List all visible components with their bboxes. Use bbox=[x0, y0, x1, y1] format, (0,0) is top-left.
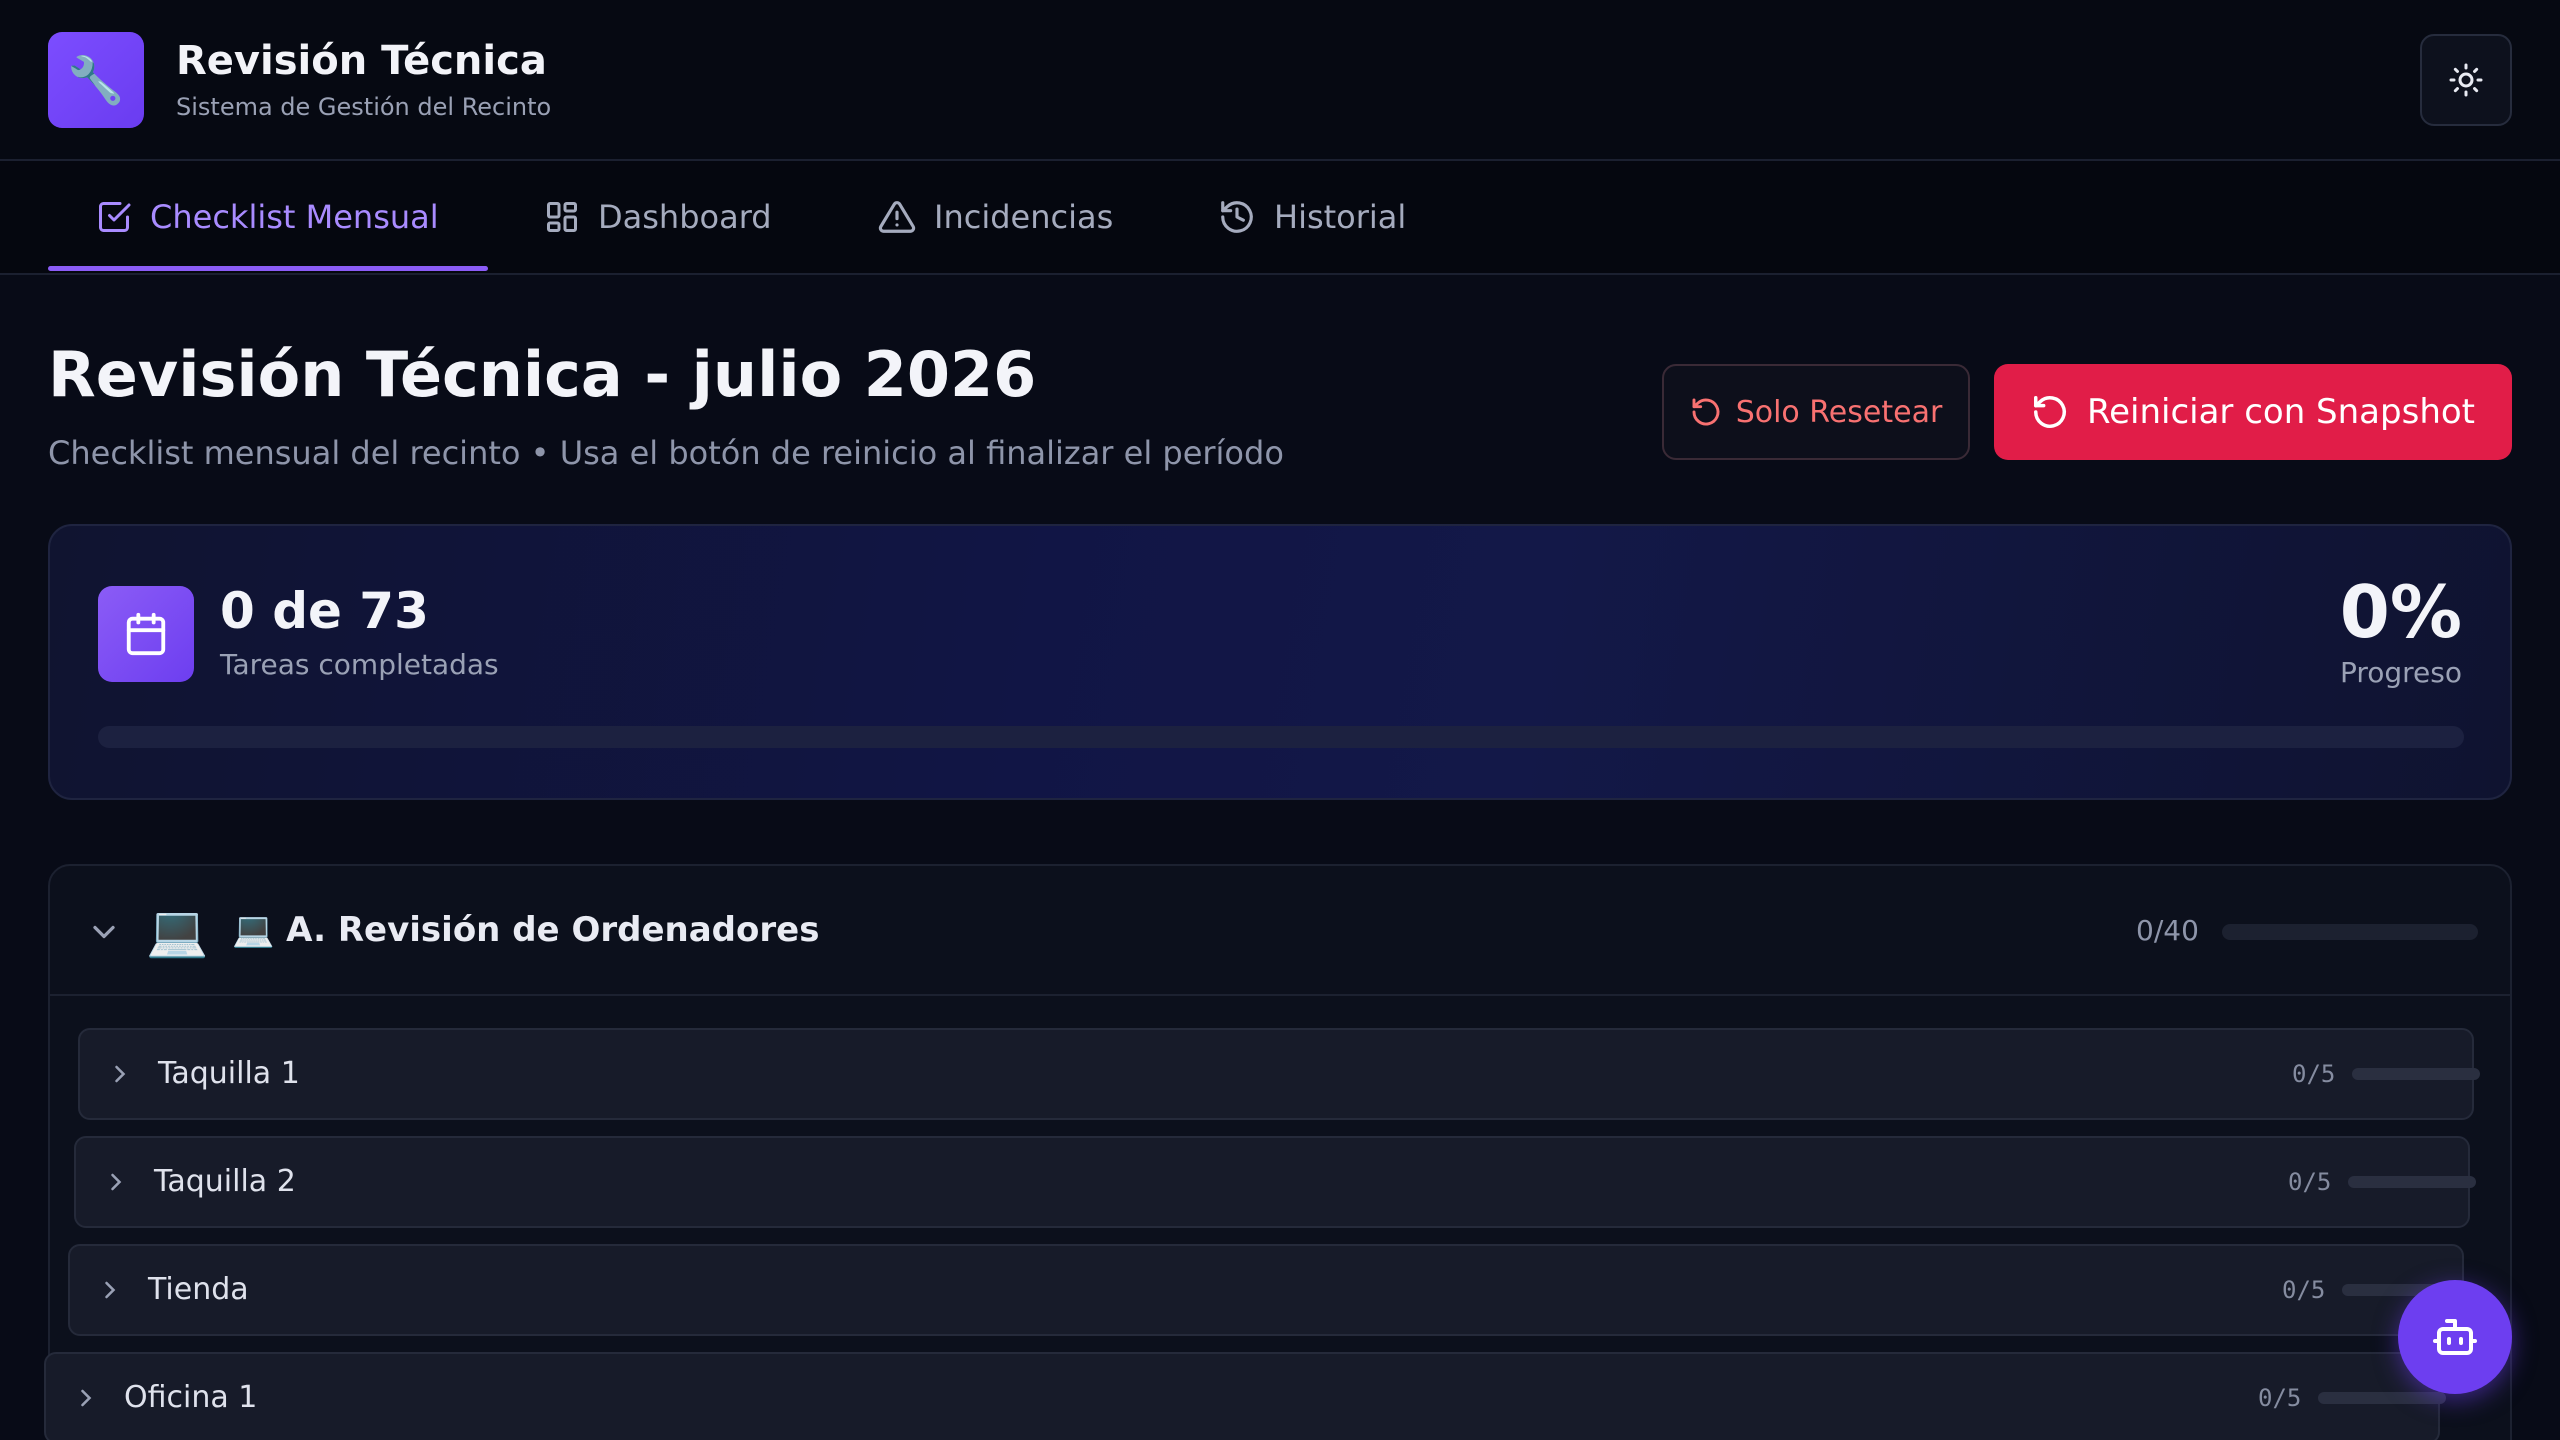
active-tab-indicator bbox=[48, 266, 488, 271]
theme-toggle-button[interactable] bbox=[2420, 34, 2512, 126]
row-label: Tienda bbox=[148, 1272, 249, 1307]
chevron-right-icon bbox=[105, 1281, 116, 1299]
section-title: 💻 A. Revisión de Ordenadores bbox=[232, 910, 820, 950]
calendar-icon bbox=[98, 586, 194, 682]
progress-percent: 0% bbox=[2339, 570, 2462, 654]
list-item-taquilla-1[interactable]: Taquilla 1 0/5 bbox=[78, 1028, 2480, 1120]
rotate-ccw-icon bbox=[1692, 398, 1720, 426]
reset-with-snapshot-label: Reiniciar con Snapshot bbox=[2086, 392, 2475, 432]
page-title: Revisión Técnica - julio 2026 bbox=[48, 338, 1037, 411]
app-title: Revisión Técnica bbox=[176, 38, 547, 84]
tab-label: Historial bbox=[1274, 198, 1407, 236]
row-progress-bar bbox=[2352, 1068, 2480, 1080]
list-item-oficina-1[interactable]: Oficina 1 0/5 bbox=[44, 1352, 2446, 1440]
reset-only-label: Solo Resetear bbox=[1735, 394, 1943, 430]
list-item-taquilla-2[interactable]: Taquilla 2 0/5 bbox=[74, 1136, 2476, 1228]
tab-dashboard[interactable]: Dashboard bbox=[544, 161, 772, 273]
tab-bar: Checklist Mensual Dashboard Incidencias … bbox=[0, 161, 2560, 275]
row-count: 0/5 bbox=[2282, 1276, 2326, 1304]
tab-label: Incidencias bbox=[934, 198, 1114, 236]
chevron-right-icon bbox=[111, 1173, 122, 1191]
section-count: 0/40 bbox=[2136, 914, 2199, 947]
tab-checklist[interactable]: Checklist Mensual bbox=[96, 161, 439, 273]
section-progress-bar bbox=[2222, 924, 2478, 940]
tab-label: Dashboard bbox=[598, 198, 772, 236]
tab-incidencias[interactable]: Incidencias bbox=[878, 161, 1113, 273]
progress-card: 0 de 73 Tareas completadas 0% Progreso bbox=[48, 524, 2512, 800]
app-header: 🔧 Revisión Técnica Sistema de Gestión de… bbox=[0, 0, 2560, 161]
row-label: Taquilla 2 bbox=[154, 1164, 296, 1199]
rotate-ccw-icon bbox=[2033, 396, 2066, 428]
section-header[interactable]: 💻 💻 A. Revisión de Ordenadores 0/40 bbox=[50, 866, 2510, 996]
row-label: Oficina 1 bbox=[124, 1380, 258, 1415]
section-ordenadores: 💻 💻 A. Revisión de Ordenadores 0/40 Taqu… bbox=[44, 864, 2512, 1440]
tasks-done-count: 0 de 73 bbox=[220, 582, 429, 640]
assistant-fab-button[interactable] bbox=[2398, 1280, 2512, 1394]
bot-icon bbox=[2433, 1319, 2477, 1355]
chevron-right-icon bbox=[115, 1065, 126, 1083]
overall-progress-bar bbox=[98, 726, 2464, 748]
row-progress-bar bbox=[2348, 1176, 2476, 1188]
list-item-tienda[interactable]: Tienda 0/5 bbox=[68, 1244, 2470, 1336]
tab-historial[interactable]: Historial bbox=[1218, 161, 1406, 273]
history-icon bbox=[1221, 201, 1253, 233]
row-label: Taquilla 1 bbox=[158, 1056, 300, 1091]
row-count: 0/5 bbox=[2292, 1060, 2336, 1088]
laptop-icon: 💻 bbox=[146, 902, 209, 960]
warning-icon bbox=[878, 201, 916, 233]
app-subtitle: Sistema de Gestión del Recinto bbox=[176, 93, 552, 121]
row-progress-bar bbox=[2318, 1392, 2446, 1404]
page-subtitle: Checklist mensual del recinto • Usa el b… bbox=[48, 434, 1284, 472]
checkbox-icon bbox=[99, 202, 131, 232]
sun-icon bbox=[2449, 63, 2483, 97]
grid-icon bbox=[547, 202, 577, 232]
row-count: 0/5 bbox=[2288, 1168, 2332, 1196]
progress-label: Progreso bbox=[2339, 656, 2462, 689]
reset-with-snapshot-button[interactable]: Reiniciar con Snapshot bbox=[1994, 364, 2512, 460]
reset-only-button[interactable]: Solo Resetear bbox=[1662, 364, 1970, 460]
chevron-down-icon bbox=[93, 925, 115, 939]
chevron-right-icon bbox=[81, 1389, 92, 1407]
tasks-done-label: Tareas completadas bbox=[220, 648, 499, 681]
tab-label: Checklist Mensual bbox=[150, 198, 439, 236]
wrench-icon: 🔧 bbox=[48, 32, 144, 128]
row-count: 0/5 bbox=[2258, 1384, 2302, 1412]
